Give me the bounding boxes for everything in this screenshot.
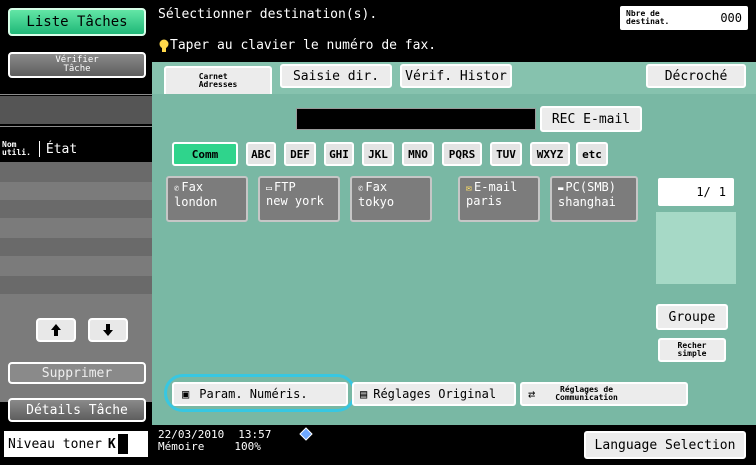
index-tab-def[interactable]: DEF	[284, 142, 316, 166]
scan-settings-button[interactable]: ▣ Param. Numéris.	[172, 382, 348, 406]
job-row	[0, 162, 152, 182]
destination-type: E-mail	[474, 180, 518, 194]
delete-button[interactable]: Supprimer	[8, 362, 146, 384]
arrow-up-icon	[51, 324, 61, 336]
job-details-button[interactable]: Détails Tâche	[8, 398, 146, 422]
communication-settings-label: Réglages de Communication	[555, 385, 618, 402]
memory-value: 100%	[234, 440, 261, 453]
check-job-button[interactable]: Vérifier Tâche	[8, 52, 146, 78]
destination-email-paris[interactable]: ✉ E-mail paris	[458, 176, 540, 222]
job-list-header: Nom utili. État	[0, 138, 152, 160]
divider	[0, 94, 152, 95]
language-selection-button[interactable]: Language Selection	[584, 431, 746, 459]
tab-direct-input[interactable]: Saisie dir.	[280, 64, 392, 88]
page-indicator: 1/ 1	[658, 178, 734, 206]
original-settings-icon: ▤	[360, 387, 368, 401]
index-tab-etc[interactable]: etc	[576, 142, 608, 166]
toner-color: K	[107, 436, 116, 452]
job-row	[0, 276, 152, 294]
scan-settings-label: Param. Numéris.	[199, 387, 308, 401]
index-tab-abc[interactable]: ABC	[246, 142, 276, 166]
left-panel: Liste Tâches Vérifier Tâche Nom utili. É…	[0, 0, 152, 465]
address-panel: Carnet Adresses Saisie dir. Vérif. Histo…	[152, 62, 756, 425]
destination-smb-shanghai[interactable]: ▬ PC(SMB) shanghai	[550, 176, 638, 222]
destination-name: tokyo	[358, 195, 395, 209]
destination-name: shanghai	[558, 195, 616, 209]
hint-text: Taper au clavier le numéro de fax.	[170, 38, 437, 53]
arrow-down-icon	[103, 324, 113, 336]
status-bar: 22/03/2010 13:57 Mémoire 100% Language Sel…	[152, 425, 756, 465]
original-settings-label: Réglages Original	[373, 387, 497, 401]
hint-row: Taper au clavier le numéro de fax.	[158, 38, 436, 53]
dest-count-label: Nbre de destinat.	[626, 9, 670, 26]
column-separator	[38, 141, 40, 157]
toner-label: Niveau toner	[8, 436, 102, 452]
dest-count-value: 000	[720, 11, 742, 25]
destination-fax-london[interactable]: ✆ Fax london	[166, 176, 248, 222]
tab-address-book-label: Carnet Adresses	[198, 72, 238, 89]
destination-type: FTP	[274, 180, 296, 194]
index-tab-mno[interactable]: MNO	[402, 142, 434, 166]
simple-search-button[interactable]: Recher simple	[658, 338, 726, 362]
column-status: État	[45, 141, 78, 157]
destination-ftp-new-york[interactable]: ▭ FTP new york	[258, 176, 340, 222]
page-total: 1	[718, 185, 726, 199]
index-tab-comm[interactable]: Comm	[172, 142, 238, 166]
toner-level-bar	[117, 434, 128, 454]
scroll-down-button[interactable]	[88, 318, 128, 342]
page-current: 1/	[696, 185, 711, 199]
off-hook-button[interactable]: Décroché	[646, 64, 746, 88]
memory-label: Mémoire	[158, 440, 205, 453]
destination-counter: Nbre de destinat. 000	[620, 6, 748, 30]
destination-name: paris	[466, 194, 503, 208]
job-row	[0, 200, 152, 218]
panel-band	[0, 96, 152, 124]
destination-name: london	[174, 195, 218, 209]
index-tab-pqrs[interactable]: PQRS	[442, 142, 482, 166]
divider	[0, 126, 152, 127]
tab-history[interactable]: Vérif. Histor	[400, 64, 512, 88]
column-user: Nom utili.	[2, 140, 31, 157]
destination-type: Fax	[181, 180, 204, 194]
pager-area	[656, 212, 736, 284]
rec-email-button[interactable]: REC E-mail	[540, 106, 642, 132]
search-input[interactable]	[296, 108, 536, 130]
toner-status: Niveau toner K	[4, 431, 148, 457]
simple-search-label: Recher simple	[677, 341, 707, 358]
communication-settings-icon: ⇄	[528, 387, 536, 401]
network-icon	[299, 427, 313, 441]
lightbulb-icon	[159, 39, 169, 52]
tab-address-book[interactable]: Carnet Adresses	[164, 66, 272, 94]
status-info: 22/03/2010 13:57 Mémoire 100%	[158, 429, 271, 453]
communication-settings-button[interactable]: ⇄ Réglages de Communication	[520, 382, 688, 406]
destination-fax-tokyo[interactable]: ✆ Fax tokyo	[350, 176, 432, 222]
original-settings-button[interactable]: ▤ Réglages Original	[352, 382, 516, 406]
index-tab-jkl[interactable]: JKL	[362, 142, 394, 166]
destination-name: new york	[266, 194, 324, 208]
index-tab-ghi[interactable]: GHI	[324, 142, 354, 166]
header: Sélectionner destination(s). Nbre de des…	[152, 0, 756, 62]
group-button[interactable]: Groupe	[656, 304, 728, 330]
destination-type: PC(SMB)	[565, 180, 616, 194]
scroll-up-button[interactable]	[36, 318, 76, 342]
index-tab-tuv[interactable]: TUV	[490, 142, 522, 166]
job-row	[0, 238, 152, 256]
instruction-text: Sélectionner destination(s).	[158, 7, 378, 22]
index-tab-wxyz[interactable]: WXYZ	[530, 142, 570, 166]
destination-type: Fax	[365, 180, 388, 194]
job-list-button[interactable]: Liste Tâches	[8, 8, 146, 36]
scan-settings-icon: ▣	[182, 387, 190, 401]
